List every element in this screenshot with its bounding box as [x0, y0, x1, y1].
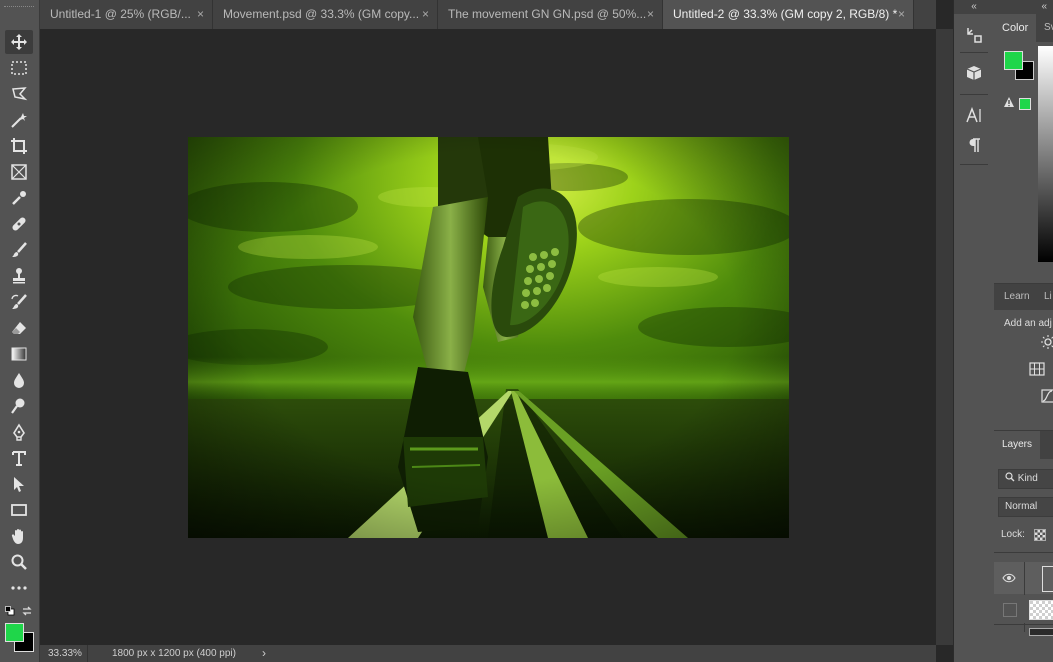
blend-mode-select[interactable]: Normal [998, 497, 1053, 517]
tab-swatches[interactable]: Sv [1038, 14, 1053, 42]
crop-tool-icon[interactable] [5, 134, 33, 158]
hand-tool-icon[interactable] [5, 524, 33, 548]
tab-label: The movement GN GN.psd @ 50%... [448, 7, 647, 21]
levels-adjustment-icon[interactable] [1029, 362, 1045, 376]
gamut-warning-icon[interactable] [1003, 96, 1015, 108]
document-tab[interactable]: Untitled-1 @ 25% (RGB/... × [40, 0, 213, 29]
close-icon[interactable]: × [898, 0, 905, 29]
tab-color[interactable]: Color [994, 14, 1037, 42]
curves-adjustment-icon[interactable] [1041, 389, 1053, 403]
tools-panel [0, 0, 40, 662]
path-selection-tool-icon[interactable] [5, 472, 33, 496]
move-tool-icon[interactable] [5, 30, 33, 54]
vertical-scrollbar[interactable] [936, 29, 953, 645]
gradient-tool-icon[interactable] [5, 342, 33, 366]
rectangle-tool-icon[interactable] [5, 498, 33, 522]
visibility-eye-icon[interactable] [1002, 573, 1016, 583]
history-brush-tool-icon[interactable] [5, 290, 33, 314]
right-panels: « Color Sv Learn Li Add an adj Layers Ki… [994, 0, 1053, 662]
dock-collapse-icon[interactable]: « [954, 0, 994, 14]
zoom-tool-icon[interactable] [5, 550, 33, 574]
tab-layers[interactable]: Layers [994, 431, 1041, 459]
search-icon [1005, 471, 1015, 482]
document-tab[interactable]: Movement.psd @ 33.3% (GM copy... × [213, 0, 438, 29]
3d-panel-icon[interactable] [962, 62, 986, 84]
layer-filter-kind[interactable]: Kind [998, 469, 1053, 489]
zoom-level[interactable]: 33.33% [40, 645, 88, 662]
swap-colors-icon[interactable] [21, 605, 33, 617]
collapsed-panel-dock: « [953, 0, 995, 662]
status-bar: 33.33% 1800 px x 1200 px (400 ppi) › [40, 645, 936, 662]
document-image[interactable] [188, 137, 789, 538]
marquee-tool-icon[interactable] [5, 56, 33, 80]
visibility-toggle-box[interactable] [1003, 603, 1017, 617]
document-tab-bar: Untitled-1 @ 25% (RGB/... × Movement.psd… [40, 0, 936, 29]
brightness-adjustment-icon[interactable] [1041, 335, 1053, 349]
close-icon[interactable]: × [422, 0, 429, 29]
panel-foreground-swatch[interactable] [1004, 51, 1023, 70]
frame-tool-icon[interactable] [5, 160, 33, 184]
character-panel-icon[interactable] [962, 104, 986, 126]
tab-label: Untitled-2 @ 33.3% (GM copy 2, RGB/8) * [673, 7, 898, 21]
dodge-tool-icon[interactable] [5, 394, 33, 418]
healing-brush-tool-icon[interactable] [5, 212, 33, 236]
default-colors-icon[interactable] [5, 606, 15, 616]
eyedropper-tool-icon[interactable] [5, 186, 33, 210]
document-tab[interactable]: The movement GN GN.psd @ 50%... × [438, 0, 663, 29]
lasso-tool-icon[interactable] [5, 82, 33, 106]
color-spectrum[interactable] [1038, 46, 1053, 262]
document-info: 1800 px x 1200 px (400 ppi) [112, 648, 236, 659]
close-icon[interactable]: × [647, 0, 654, 29]
lock-transparency-icon[interactable] [1034, 529, 1046, 541]
close-icon[interactable]: × [197, 0, 204, 29]
paragraph-panel-icon[interactable] [962, 134, 986, 156]
layer-thumbnail [1042, 566, 1053, 592]
gamut-color-swatch[interactable] [1019, 98, 1031, 110]
adjustments-hint: Add an adj [1004, 318, 1052, 329]
blur-tool-icon[interactable] [5, 368, 33, 392]
canvas-workspace[interactable] [40, 29, 936, 645]
tab-libraries[interactable]: Li [1040, 284, 1053, 310]
toolbar-grip[interactable] [4, 6, 34, 9]
type-tool-icon[interactable] [5, 446, 33, 470]
magic-wand-tool-icon[interactable] [5, 108, 33, 132]
document-tab-active[interactable]: Untitled-2 @ 33.3% (GM copy 2, RGB/8) * … [663, 0, 914, 29]
history-panel-icon[interactable] [962, 24, 986, 46]
layer-thumbnail-photo [1029, 628, 1053, 636]
eraser-tool-icon[interactable] [5, 316, 33, 340]
tab-learn[interactable]: Learn [996, 284, 1038, 310]
clone-stamp-tool-icon[interactable] [5, 264, 33, 288]
foreground-color-swatch[interactable] [5, 623, 24, 642]
layer-thumbnail-transparent [1029, 600, 1053, 620]
panels-collapse-icon[interactable]: « [994, 0, 1053, 14]
brush-tool-icon[interactable] [5, 238, 33, 262]
status-menu-arrow-icon[interactable]: › [262, 645, 266, 662]
tab-label: Movement.psd @ 33.3% (GM copy... [223, 7, 420, 21]
lock-label: Lock: [1001, 529, 1025, 540]
runner-photo [188, 137, 789, 538]
more-tools-icon[interactable] [5, 576, 33, 600]
pen-tool-icon[interactable] [5, 420, 33, 444]
tab-label: Untitled-1 @ 25% (RGB/... [50, 7, 191, 21]
kind-label: Kind [1017, 473, 1038, 484]
